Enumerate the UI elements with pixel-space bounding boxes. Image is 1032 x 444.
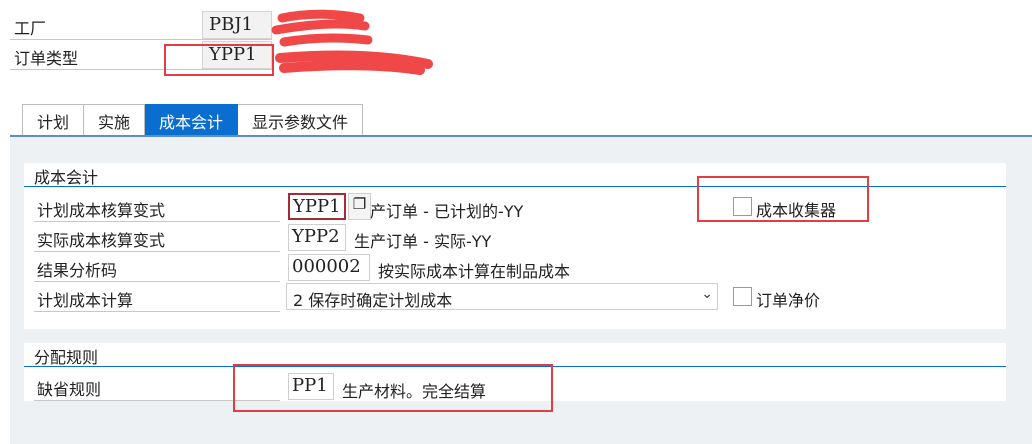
planned-valuation-row: 计划成本核算变式 bbox=[34, 192, 280, 222]
planned-valuation-field[interactable]: YPP1 bbox=[288, 193, 346, 220]
default-rule-label: 缺省规则 bbox=[37, 380, 102, 399]
tab-execution[interactable]: 实施 bbox=[84, 104, 146, 135]
redaction-scribble bbox=[271, 9, 433, 75]
plant-field[interactable]: PBJ1 bbox=[202, 11, 272, 39]
plant-row: 工厂 PBJ1 bbox=[10, 10, 272, 40]
tab-strip: 计划 实施 成本会计 显示参数文件 bbox=[22, 104, 364, 135]
results-analysis-label: 结果分析码 bbox=[37, 261, 118, 280]
highlight-order-type bbox=[164, 44, 274, 76]
results-analysis-field[interactable]: 000002 bbox=[288, 254, 370, 281]
tab-planning[interactable]: 计划 bbox=[22, 104, 85, 135]
highlight-default-rule bbox=[233, 364, 553, 412]
order-net-price-label: 订单净价 bbox=[756, 291, 821, 310]
highlight-cost-collector bbox=[697, 176, 869, 222]
planned-valuation-label: 计划成本核算变式 bbox=[37, 201, 166, 220]
tab-display-profile[interactable]: 显示参数文件 bbox=[238, 104, 364, 135]
planned-costing-select[interactable]: 2 保存时确定计划成本 ⌄ bbox=[286, 283, 718, 310]
actual-valuation-desc: 生产订单 - 实际-YY bbox=[354, 232, 492, 251]
actual-valuation-row: 实际成本核算变式 bbox=[34, 222, 280, 252]
planned-costing-value: 2 保存时确定计划成本 bbox=[293, 291, 453, 310]
results-analysis-desc: 按实际成本计算在制品成本 bbox=[378, 262, 571, 281]
value-help-icon[interactable]: ❐ bbox=[348, 193, 371, 220]
actual-valuation-label: 实际成本核算变式 bbox=[37, 231, 166, 250]
planned-costing-label: 计划成本计算 bbox=[37, 291, 134, 310]
actual-valuation-field[interactable]: YPP2 bbox=[288, 224, 346, 251]
results-analysis-row: 结果分析码 bbox=[34, 252, 280, 282]
planned-valuation-desc: 产订单 - 已计划的-YY bbox=[370, 202, 524, 221]
order-type-label: 订单类型 bbox=[14, 49, 79, 68]
order-net-price-checkbox[interactable] bbox=[733, 287, 752, 306]
planned-costing-row: 计划成本计算 bbox=[34, 282, 280, 312]
plant-label: 工厂 bbox=[14, 19, 47, 38]
chevron-down-icon: ⌄ bbox=[701, 286, 713, 302]
tab-cost-accounting[interactable]: 成本会计 bbox=[145, 104, 239, 135]
